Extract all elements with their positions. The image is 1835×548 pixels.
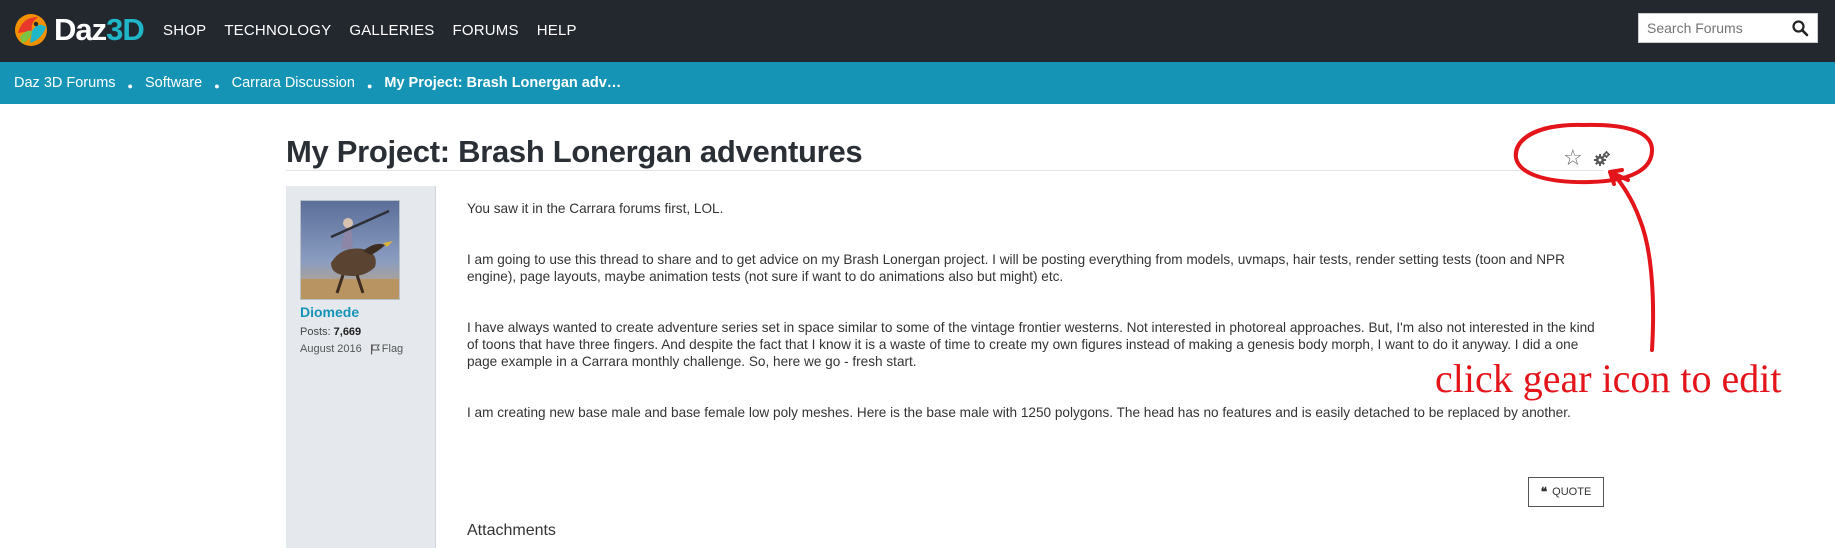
quote-icon: ❝ bbox=[1540, 485, 1548, 499]
search-box bbox=[1638, 13, 1818, 43]
search-input[interactable] bbox=[1639, 20, 1784, 36]
breadcrumb-separator-icon: ● bbox=[214, 81, 220, 91]
nav-item-shop[interactable]: SHOP bbox=[163, 22, 206, 39]
thread-title: My Project: Brash Lonergan adventures bbox=[286, 134, 863, 169]
breadcrumb: Daz 3D Forums ● Software ● Carrara Discu… bbox=[14, 75, 621, 91]
annotation-text: click gear icon to edit bbox=[1435, 356, 1782, 401]
posts-count: 7,669 bbox=[333, 326, 362, 338]
title-divider bbox=[286, 170, 1604, 171]
posts-label: Posts: bbox=[300, 326, 331, 338]
daz3d-logo-icon bbox=[12, 11, 50, 49]
post-date[interactable]: August 2016 bbox=[300, 343, 362, 355]
nav-item-technology[interactable]: TECHNOLOGY bbox=[224, 22, 331, 39]
breadcrumb-item-daz3d-forums[interactable]: Daz 3D Forums bbox=[14, 75, 116, 91]
nav-item-galleries[interactable]: GALLERIES bbox=[349, 22, 434, 39]
top-navigation-bar: Daz3D SHOP TECHNOLOGY GALLERIES FORUMS H… bbox=[0, 0, 1835, 62]
breadcrumb-item-software[interactable]: Software bbox=[145, 75, 202, 91]
quote-button[interactable]: ❝ QUOTE bbox=[1528, 477, 1604, 507]
daz3d-logo[interactable]: Daz3D bbox=[12, 8, 145, 52]
author-post-count: Posts: 7,669 bbox=[300, 326, 361, 338]
avatar[interactable] bbox=[300, 200, 400, 300]
star-icon[interactable]: ☆ bbox=[1563, 145, 1583, 171]
main-nav: SHOP TECHNOLOGY GALLERIES FORUMS HELP bbox=[163, 22, 595, 39]
breadcrumb-separator-icon: ● bbox=[366, 81, 373, 91]
attachments-heading: Attachments bbox=[467, 522, 556, 539]
search-icon[interactable] bbox=[1791, 19, 1809, 37]
annotation-circle bbox=[1513, 122, 1655, 185]
breadcrumb-current-thread[interactable]: My Project: Brash Lonergan adv… bbox=[384, 75, 621, 91]
quote-label: QUOTE bbox=[1552, 486, 1592, 498]
brand-name: Daz3D bbox=[54, 12, 145, 48]
post-paragraph: I am going to use this thread to share a… bbox=[467, 252, 1565, 284]
breadcrumb-bar: Daz 3D Forums ● Software ● Carrara Discu… bbox=[0, 62, 1835, 104]
author-name[interactable]: Diomede bbox=[300, 304, 359, 320]
post-paragraph: You saw it in the Carrara forums first, … bbox=[467, 201, 724, 216]
gear-icon[interactable] bbox=[1593, 150, 1611, 168]
flag-label: Flag bbox=[381, 343, 404, 355]
breadcrumb-separator-icon: ● bbox=[127, 81, 133, 91]
brand-name-part2: 3D bbox=[106, 12, 145, 47]
annotation-arrow-head bbox=[1608, 168, 1630, 186]
post-meta: August 2016 Flag bbox=[300, 343, 403, 355]
nav-item-forums[interactable]: FORUMS bbox=[453, 22, 519, 39]
nav-item-help[interactable]: HELP bbox=[537, 22, 577, 39]
flag-icon bbox=[370, 344, 380, 354]
post-body: You saw it in the Carrara forums first, … bbox=[467, 200, 1607, 455]
annotation-arrow-shaft bbox=[1610, 170, 1656, 352]
post-paragraph: I am creating new base male and base fem… bbox=[467, 405, 1571, 420]
flag-button[interactable]: Flag bbox=[370, 343, 403, 355]
author-panel: Diomede Posts: 7,669 August 2016 Flag bbox=[286, 186, 436, 548]
breadcrumb-item-carrara-discussion[interactable]: Carrara Discussion bbox=[232, 75, 355, 91]
brand-name-part1: Daz bbox=[54, 12, 107, 47]
